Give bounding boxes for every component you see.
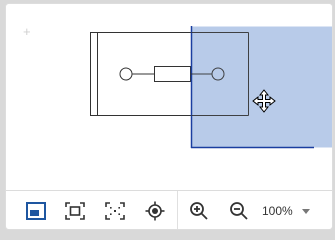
port-left [119,67,133,81]
zoom-level-dropdown[interactable]: 100% [262,200,320,222]
minimap-toolbar: 100% [6,190,332,229]
zoom-in-button[interactable] [188,200,210,222]
chevron-down-icon [301,208,310,214]
zoom-out-button[interactable] [228,200,250,222]
minimap-canvas[interactable]: + [6,4,332,190]
panel-icon [26,202,46,220]
minimap-panel: + 100% [5,3,333,230]
fit-to-screen-button[interactable] [64,200,86,222]
dashed-frame-icon [105,202,125,220]
fit-frame-icon [65,202,85,220]
full-page-button[interactable] [104,200,126,222]
zoom-in-icon [190,202,208,220]
target-icon [145,201,165,221]
diagram-preview [90,26,332,149]
zoom-out-icon [230,202,248,220]
toolbar-divider [177,191,178,229]
center-view-button[interactable] [144,200,166,222]
zoom-level-value: 100% [262,204,293,218]
viewport-rect [191,26,332,148]
minimap-toggle-button[interactable] [25,200,47,222]
component-box [154,66,191,82]
